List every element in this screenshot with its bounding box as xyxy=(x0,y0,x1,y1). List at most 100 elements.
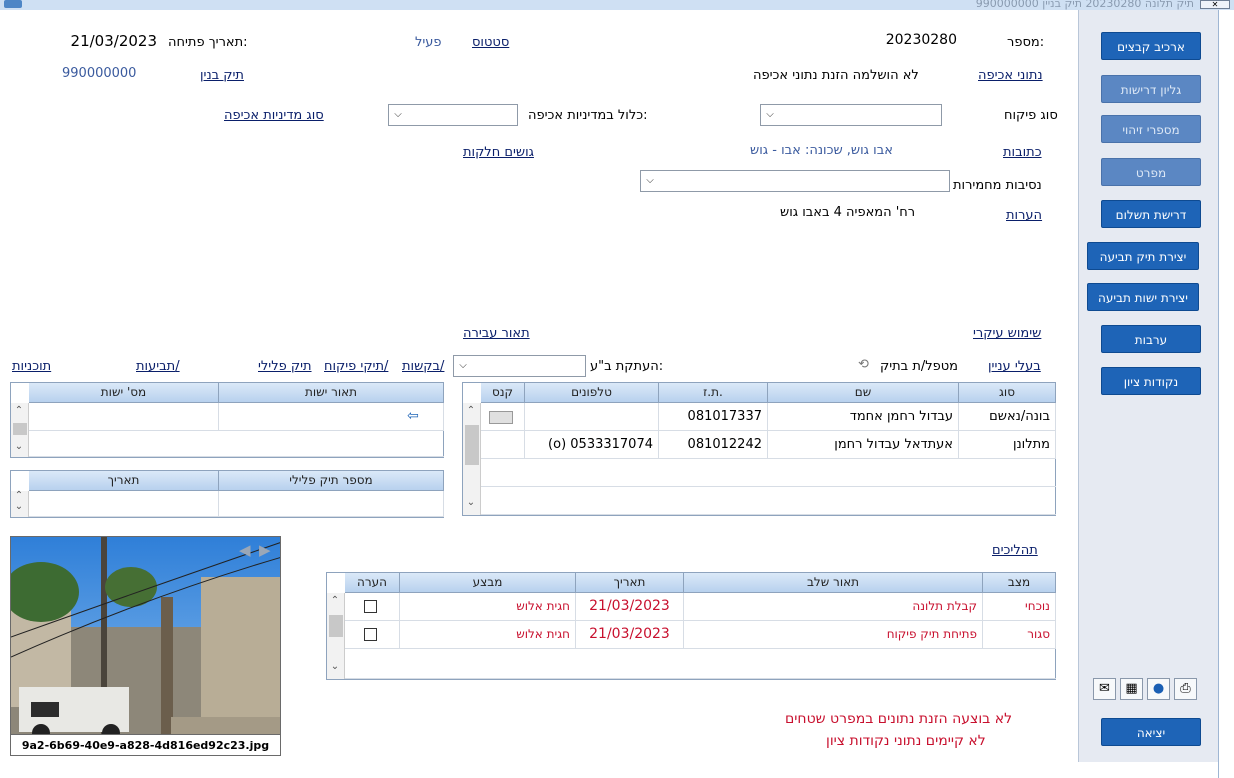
fine-indicator[interactable] xyxy=(489,411,513,424)
blocks-parcels-link[interactable]: גושים חלקות xyxy=(463,145,534,160)
column-header[interactable]: תאריך xyxy=(576,573,684,593)
column-header[interactable]: טלפונים xyxy=(525,383,659,403)
column-header[interactable]: קנס xyxy=(481,383,525,403)
building-file-value: 990000000 xyxy=(62,66,137,81)
column-header[interactable]: מבצע xyxy=(400,573,576,593)
column-header[interactable]: שם xyxy=(768,383,959,403)
open-date-field[interactable]: 21/03/2023 xyxy=(20,31,165,53)
cell-note xyxy=(345,621,400,649)
prev-image-icon[interactable]: ◀ xyxy=(239,541,251,559)
building-file-link[interactable]: תיק בנין xyxy=(200,68,244,83)
note-checkbox[interactable] xyxy=(364,600,377,613)
main-use-link[interactable]: שימוש עיקרי xyxy=(973,326,1041,341)
exit-button[interactable]: יציאה xyxy=(1101,718,1201,746)
scroll-thumb[interactable] xyxy=(329,615,343,637)
column-header[interactable]: מספר תיק פלילי xyxy=(219,471,444,491)
chevron-down-icon[interactable]: ⌄ xyxy=(11,441,27,452)
create-claim-file-button[interactable]: יצירת תיק תביעה xyxy=(1087,242,1199,270)
entities-scrollbar[interactable]: ⌃ ⌄ xyxy=(11,403,29,457)
criminal-files-table: מספר תיק פלילי תאריך ⌃ ⌄ xyxy=(10,470,444,518)
criminal-file-link[interactable]: תיק פלילי xyxy=(258,359,312,374)
chevron-up-icon[interactable]: ⌃ xyxy=(463,405,479,416)
supervision-type-select[interactable]: ⌵ xyxy=(760,104,942,126)
printer-icon[interactable]: ⎙ xyxy=(1174,678,1197,700)
cell-type: בונה/נאשם xyxy=(959,403,1056,431)
column-header[interactable]: הערה xyxy=(345,573,400,593)
column-header[interactable]: מס' ישות xyxy=(29,383,219,403)
status-link[interactable]: סטטוס xyxy=(472,35,509,50)
chevron-up-icon[interactable]: ⌃ xyxy=(11,490,27,501)
number-field[interactable]: 20230280 xyxy=(800,31,965,53)
archive-files-button[interactable]: ארכיב קבצים xyxy=(1101,32,1201,60)
cell-performer: חגית אלוש xyxy=(400,593,576,621)
chevron-down-icon[interactable]: ⌄ xyxy=(327,661,343,672)
aggravating-select[interactable]: ⌵ xyxy=(640,170,950,192)
chevron-down-icon: ⌵ xyxy=(766,109,774,120)
processes-link[interactable]: תהליכים xyxy=(992,543,1038,558)
criminal-scrollbar[interactable]: ⌃ ⌄ xyxy=(11,490,29,517)
app-icon xyxy=(4,0,22,8)
history-icon[interactable]: ⟲ xyxy=(858,357,869,372)
map-icon[interactable]: ▦ xyxy=(1120,678,1143,700)
scroll-thumb[interactable] xyxy=(465,425,479,465)
offense-description-link[interactable]: תאור עבירה xyxy=(463,326,530,341)
cell-fine xyxy=(481,431,525,459)
empty-row xyxy=(29,431,444,457)
in-policy-select[interactable]: ⌵ xyxy=(388,104,518,126)
globe-icon[interactable]: ● xyxy=(1147,678,1170,700)
enforcement-data-link[interactable]: נתוני אכיפה xyxy=(978,68,1043,83)
cell: ⇦ xyxy=(219,403,444,431)
copy-stakeholders-select[interactable]: ⌵ xyxy=(453,355,586,377)
processes-scrollbar[interactable]: ⌃ ⌄ xyxy=(327,593,345,679)
policy-type-link[interactable]: סוג מדיניות אכיפה xyxy=(224,108,324,123)
create-claim-entity-button[interactable]: יצירת ישות תביעה xyxy=(1087,283,1199,311)
column-header[interactable]: תאור ישות xyxy=(219,383,444,403)
note-checkbox[interactable] xyxy=(364,628,377,641)
notes-link[interactable]: הערות xyxy=(1006,208,1042,223)
column-header[interactable]: סוג xyxy=(959,383,1056,403)
status-value: פעיל xyxy=(415,35,442,50)
specification-button[interactable]: מפרט xyxy=(1101,158,1201,186)
entities-table: תאור ישות מס' ישות ⌃ ⌄ ⇦ xyxy=(10,382,444,458)
stakeholders-link[interactable]: בעלי עניין xyxy=(988,359,1041,374)
payment-request-button[interactable]: דרישת תשלום xyxy=(1101,200,1201,228)
cell-stage: פתיחת תיק פיקוח xyxy=(684,621,983,649)
claims-link[interactable]: תביעות/ xyxy=(136,359,180,374)
arrow-left-icon[interactable]: ⇦ xyxy=(407,403,419,430)
enforcement-files-link[interactable]: תיקי פיקוח/ xyxy=(324,359,388,374)
chevron-up-icon[interactable]: ⌃ xyxy=(327,595,343,606)
cell-date: 21/03/2023 xyxy=(576,593,684,621)
copy-stakeholders-label: העתקת ב"ע: xyxy=(590,359,664,374)
handler-field[interactable] xyxy=(686,355,846,377)
id-numbers-button[interactable]: מספרי זיהוי xyxy=(1101,115,1201,143)
open-date-label: תאריך פתיחה: xyxy=(168,35,248,50)
cell xyxy=(29,403,219,431)
chevron-down-icon[interactable]: ⌄ xyxy=(463,497,479,508)
parties-scrollbar[interactable]: ⌃ ⌄ xyxy=(463,403,481,515)
chevron-up-icon[interactable]: ⌃ xyxy=(11,405,27,416)
column-header[interactable]: מצב xyxy=(983,573,1056,593)
plans-link[interactable]: תוכניות xyxy=(12,359,51,374)
scroll-thumb[interactable] xyxy=(13,423,27,435)
coordinates-button[interactable]: נקודות ציון xyxy=(1101,367,1201,395)
building-photo[interactable]: ◀ ▶ xyxy=(10,536,281,756)
close-icon[interactable]: ✕ xyxy=(1200,0,1230,9)
cell-stage: קבלת תלונה xyxy=(684,593,983,621)
addresses-link[interactable]: כתובות xyxy=(1003,145,1042,160)
mail-icon[interactable]: ✉ xyxy=(1093,678,1116,700)
chevron-down-icon: ⌵ xyxy=(646,175,654,186)
next-image-icon[interactable]: ▶ xyxy=(259,541,271,559)
window-frame-right xyxy=(1218,10,1234,778)
guarantee-button[interactable]: ערבות xyxy=(1101,325,1201,353)
cell-id: 081017337 xyxy=(659,403,768,431)
column-header[interactable]: תאריך xyxy=(29,471,219,491)
requirements-sheet-button[interactable]: גליון דרישות xyxy=(1101,75,1201,103)
column-header[interactable]: ת.ז. xyxy=(659,383,768,403)
column-header[interactable]: תאור שלב xyxy=(684,573,983,593)
cell-phone: (o) 0533317074 xyxy=(525,431,659,459)
processes-table: מצב תאור שלב תאריך מבצע הערה ⌃ ⌄ נוכחי ק… xyxy=(326,572,1056,680)
chevron-down-icon[interactable]: ⌄ xyxy=(11,501,27,512)
cell-state: סגור xyxy=(983,621,1056,649)
requests-link[interactable]: בקשות/ xyxy=(402,359,444,374)
cell-phone xyxy=(525,403,659,431)
